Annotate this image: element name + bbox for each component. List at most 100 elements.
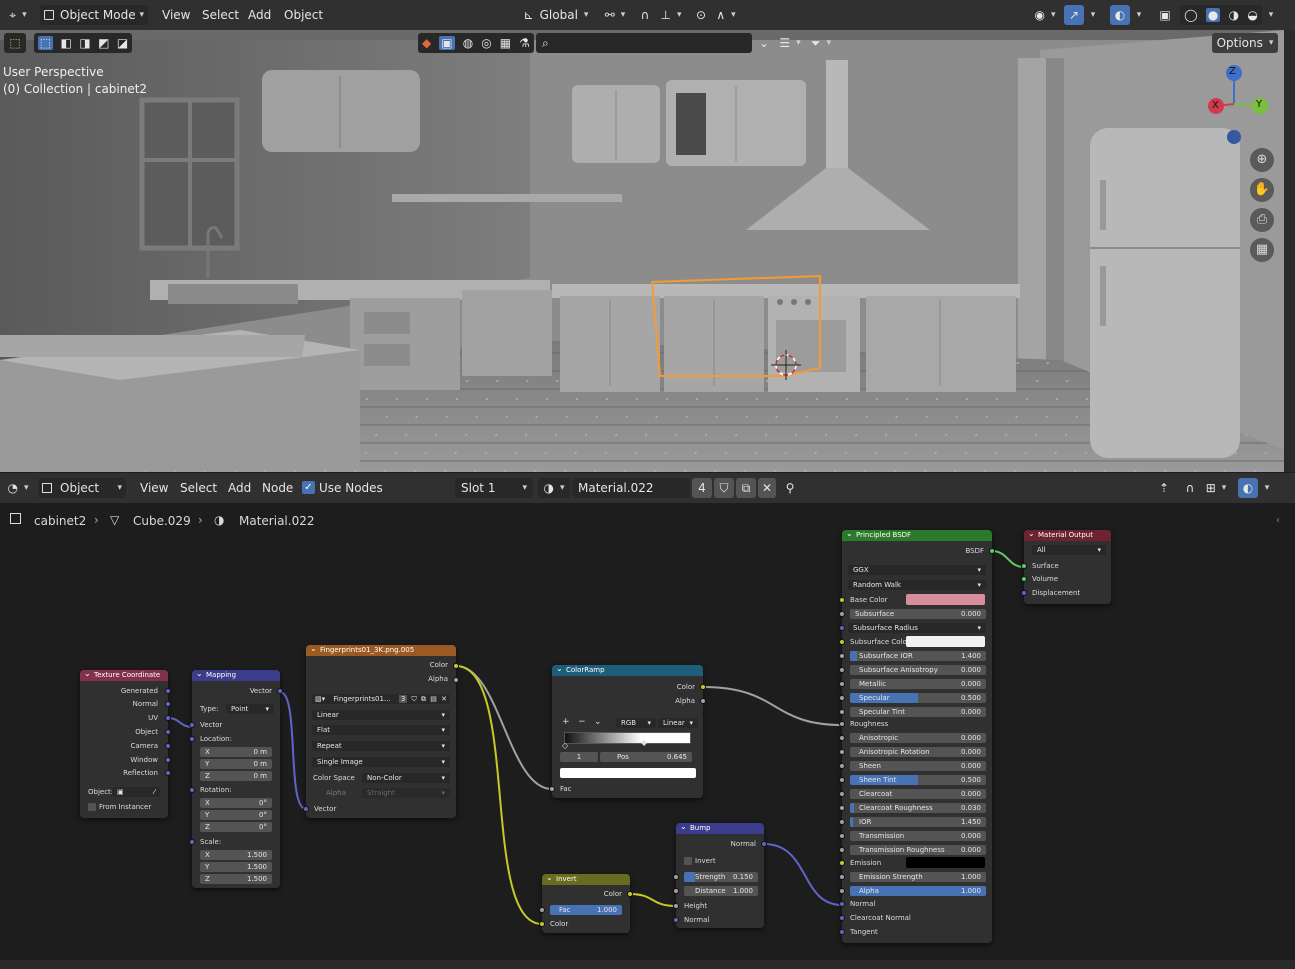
socket-bump-height[interactable] bbox=[673, 903, 679, 909]
filter-toggle[interactable]: ⌄ bbox=[754, 33, 774, 53]
socket-bsdf-param[interactable] bbox=[839, 763, 845, 769]
socket-invert-color[interactable] bbox=[539, 921, 545, 927]
socket-generated[interactable] bbox=[165, 688, 171, 694]
image-duplicate-icon[interactable]: ⧉ bbox=[421, 695, 426, 704]
source-select[interactable]: Single Image ▾ bbox=[312, 757, 450, 767]
image-name[interactable]: Fingerprints01... bbox=[333, 695, 390, 703]
socket-bsdf-param[interactable] bbox=[839, 709, 845, 715]
image-browse-icon[interactable]: ▨▾ bbox=[315, 695, 325, 703]
socket-mapping-out[interactable] bbox=[277, 688, 283, 694]
material-name-field[interactable]: Material.022 bbox=[572, 478, 690, 498]
visibility-select[interactable]: ◉ ▾ bbox=[1030, 5, 1060, 25]
select-invert-icon[interactable]: ◩ bbox=[98, 36, 109, 50]
socket-normal[interactable] bbox=[165, 701, 171, 707]
node-menu-select[interactable]: Select bbox=[180, 481, 217, 495]
from-instancer-checkbox[interactable] bbox=[88, 803, 96, 811]
brush-icon[interactable]: ⚗ bbox=[519, 36, 530, 50]
socket-bsdf-param[interactable] bbox=[839, 833, 845, 839]
transform-orientation-select[interactable]: ⊾ Global ▾ bbox=[514, 5, 598, 25]
output-target-select[interactable]: All ▾ bbox=[1032, 545, 1106, 555]
filter-select[interactable]: ⏷ ▾ bbox=[806, 33, 836, 53]
socket-bump-strength[interactable] bbox=[673, 874, 679, 880]
socket-bump-normal[interactable] bbox=[673, 917, 679, 923]
add-stop-icon[interactable]: + bbox=[562, 717, 570, 727]
socket-uv[interactable] bbox=[165, 715, 171, 721]
color-space-select[interactable]: Non-Color ▾ bbox=[362, 773, 450, 783]
node-editor-type-button[interactable]: ◔ ▾ bbox=[4, 478, 32, 498]
remove-stop-icon[interactable]: − bbox=[578, 717, 586, 727]
node-overlay-dropdown[interactable]: ▾ bbox=[1260, 478, 1274, 498]
ramp-interpolation-select[interactable]: Linear ▾ bbox=[658, 718, 698, 728]
node-snap-select[interactable]: ⊞ ▾ bbox=[1202, 478, 1230, 498]
socket-base-color[interactable] bbox=[839, 597, 845, 603]
emission-strength-field[interactable]: Emission Strength 1.000 bbox=[850, 872, 986, 882]
mapping-type-select[interactable]: Point ▾ bbox=[226, 704, 274, 714]
display-mode-select[interactable]: ☰ ▾ bbox=[776, 33, 804, 53]
subsurface-field[interactable]: Subsurface 0.000 bbox=[850, 609, 986, 619]
rotation-z-field[interactable]: Z 0° bbox=[200, 822, 272, 832]
node-principled-bsdf[interactable]: Principled BSDF BSDF GGX▾ Random Walk▾ B… bbox=[839, 528, 995, 943]
invert-fac-field[interactable]: Fac 1.000 bbox=[550, 905, 622, 915]
socket-bsdf-param[interactable] bbox=[839, 777, 845, 783]
scale-y-field[interactable]: Y 1.500 bbox=[200, 862, 272, 872]
projection-select[interactable]: Flat ▾ bbox=[312, 725, 450, 735]
slot-select[interactable]: Slot 1 ▾ bbox=[455, 478, 533, 498]
node-menu-view[interactable]: View bbox=[140, 481, 168, 495]
scene-icon[interactable]: ◆ bbox=[422, 36, 431, 50]
menu-object[interactable]: Object bbox=[284, 8, 323, 22]
socket-roughness[interactable] bbox=[839, 721, 845, 727]
grid-perspective-icon[interactable]: ▦ bbox=[1250, 238, 1274, 262]
bsdf-param-field[interactable]: Anisotropic 0.000 bbox=[850, 733, 986, 743]
pin-button[interactable]: ⚲ bbox=[780, 478, 800, 498]
camera-icon[interactable]: ⎙ bbox=[1250, 208, 1274, 232]
node-invert[interactable]: Invert Color Fac 1.000 Color bbox=[539, 872, 633, 933]
socket-bsdf-param[interactable] bbox=[839, 819, 845, 825]
socket-location[interactable] bbox=[189, 736, 195, 742]
node-menu-add[interactable]: Add bbox=[228, 481, 251, 495]
navigation-gizmo[interactable] bbox=[1196, 64, 1276, 144]
subsurface-color-swatch[interactable] bbox=[906, 636, 985, 647]
socket-subsurface-color[interactable] bbox=[839, 639, 845, 645]
base-color-swatch[interactable] bbox=[906, 594, 985, 605]
socket-ramp-color[interactable] bbox=[700, 684, 706, 690]
socket-bsdf-param[interactable] bbox=[839, 653, 845, 659]
rendered-shading-icon[interactable]: ◒ bbox=[1247, 8, 1257, 22]
snap-toggle[interactable]: ∩ bbox=[636, 5, 654, 25]
socket-clearcoat-normal[interactable] bbox=[839, 915, 845, 921]
socket-volume[interactable] bbox=[1021, 576, 1027, 582]
ramp-stop-color[interactable] bbox=[560, 768, 696, 778]
socket-camera[interactable] bbox=[165, 743, 171, 749]
socket-bsdf-param[interactable] bbox=[839, 805, 845, 811]
socket-bsdf-param[interactable] bbox=[839, 667, 845, 673]
scale-z-field[interactable]: Z 1.500 bbox=[200, 874, 272, 884]
gizmo-dropdown[interactable]: ▾ bbox=[1086, 5, 1100, 25]
bsdf-param-field[interactable]: Subsurface Anisotropy 0.000 bbox=[850, 665, 986, 675]
socket-emission-strength[interactable] bbox=[839, 874, 845, 880]
node-menu-node[interactable]: Node bbox=[262, 481, 293, 495]
material-shading-icon[interactable]: ◑ bbox=[1229, 8, 1239, 22]
pan-hand-icon[interactable]: ✋ bbox=[1250, 178, 1274, 202]
socket-invert-out[interactable] bbox=[627, 891, 633, 897]
bsdf-param-field[interactable]: Specular 0.500 bbox=[850, 693, 986, 703]
menu-select[interactable]: Select bbox=[202, 8, 239, 22]
bsdf-param-field[interactable]: Clearcoat Roughness 0.030 bbox=[850, 803, 986, 813]
interpolation-select[interactable]: Linear ▾ bbox=[312, 710, 450, 720]
rotation-y-field[interactable]: Y 0° bbox=[200, 810, 272, 820]
location-z-field[interactable]: Z 0 m bbox=[200, 771, 272, 781]
shader-type-select[interactable]: Object ▾ bbox=[38, 478, 126, 498]
bsdf-param-field[interactable]: Transmission Roughness 0.000 bbox=[850, 845, 986, 855]
bsdf-param-field[interactable]: Metallic 0.000 bbox=[850, 679, 986, 689]
material-users-count[interactable]: 4 bbox=[692, 478, 712, 498]
solid-shading-icon[interactable]: ● bbox=[1205, 8, 1221, 22]
select-extend-icon[interactable]: ◧ bbox=[61, 36, 72, 50]
socket-rotation[interactable] bbox=[189, 787, 195, 793]
texture-icon[interactable]: ▦ bbox=[500, 36, 511, 50]
socket-normal[interactable] bbox=[839, 901, 845, 907]
world-icon[interactable]: ◎ bbox=[481, 36, 491, 50]
socket-mapping-vector[interactable] bbox=[189, 722, 195, 728]
parent-node-tree-button[interactable]: ⇡ bbox=[1154, 478, 1174, 498]
material-icon[interactable]: ◍ bbox=[463, 36, 473, 50]
socket-ramp-alpha[interactable] bbox=[700, 698, 706, 704]
sidebar-toggle-icon[interactable]: ‹ bbox=[1276, 515, 1280, 526]
select-intersect-icon[interactable]: ◪ bbox=[117, 36, 128, 50]
